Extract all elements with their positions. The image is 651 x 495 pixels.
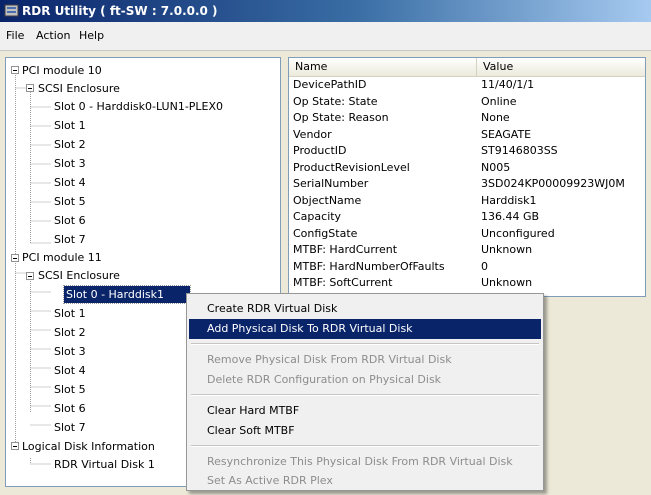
tree-node-pci-module-10[interactable]: PCI module 10 (20, 62, 104, 79)
table-row[interactable]: ConfigState Unconfigured (289, 226, 645, 243)
expand-scsi-enclosure-1-icon[interactable] (26, 84, 34, 92)
property-name: Vendor (293, 127, 332, 141)
expand-pci11-icon[interactable] (11, 254, 19, 262)
table-row[interactable]: Vendor SEAGATE (289, 127, 645, 144)
tree-node-logical-disk-information[interactable]: Logical Disk Information (20, 438, 157, 455)
tree-node-rdr-virtual-disk[interactable]: RDR Virtual Disk 1 (52, 456, 157, 473)
properties-list: Name Value DevicePathID 11/40/1/1 Op State… (288, 57, 646, 297)
property-value: Online (481, 94, 517, 108)
table-row[interactable]: ProductID ST9146803SS (289, 143, 645, 160)
menu-action[interactable]: Action (32, 22, 74, 50)
menu-help[interactable]: Help (75, 22, 108, 50)
tree-node-slot[interactable]: Slot 4 (52, 362, 88, 379)
tree-node-slot[interactable]: Slot 2 (52, 136, 88, 153)
expand-logical-disk-icon[interactable] (11, 442, 19, 450)
table-row[interactable]: Capacity 136.44 GB (289, 209, 645, 226)
property-name: ProductRevisionLevel (293, 160, 410, 174)
menu-separator (191, 445, 539, 447)
tree-node-slot-selected[interactable]: Slot 0 - Harddisk1 (63, 285, 191, 304)
tree-node-pci-module-11[interactable]: PCI module 11 (20, 249, 104, 266)
property-value: 11/40/1/1 (481, 78, 535, 91)
property-value: ST9146803SS (481, 144, 558, 157)
property-value: Unknown (481, 276, 533, 289)
tree-node-scsi-enclosure[interactable]: SCSI Enclosure (36, 267, 122, 284)
property-value: Unconfigured (481, 226, 555, 240)
menu-item-delete-rdr-configuration: Delete RDR Configuration on Physical Dis… (207, 373, 442, 386)
tree-node-scsi-enclosure[interactable]: SCSI Enclosure (36, 80, 122, 97)
tree-node-slot[interactable]: Slot 1 (52, 117, 88, 134)
tree-node-slot[interactable]: Slot 7 (52, 419, 88, 436)
tree-node-slot[interactable]: Slot 5 (52, 193, 88, 210)
property-name: SerialNumber (293, 177, 369, 190)
tree-node-slot[interactable]: Slot 6 (52, 212, 88, 229)
list-header: Name Value (289, 58, 645, 77)
menu-item-clear-hard-mtbf[interactable]: Clear Hard MTBF (189, 401, 541, 421)
tree-node-slot[interactable]: Slot 3 (52, 343, 88, 360)
tree-node-slot[interactable]: Slot 2 (52, 324, 88, 341)
property-name: Capacity (293, 210, 342, 223)
table-row[interactable]: ObjectName Harddisk1 (289, 193, 645, 210)
menu-separator (191, 343, 539, 345)
column-header-value[interactable]: Value (477, 58, 645, 76)
menu-separator (191, 394, 539, 396)
context-menu: Create RDR Virtual Disk Add Physical Dis… (186, 293, 544, 491)
table-row[interactable]: ProductRevisionLevel N005 (289, 160, 645, 177)
property-name: ProductID (293, 144, 347, 157)
property-value: None (481, 111, 510, 124)
table-row[interactable]: Op State: State Online (289, 94, 645, 111)
property-name: Op State: Reason (293, 111, 389, 124)
app-icon (4, 4, 19, 17)
menu-item-set-active-rdr-plex: Set As Active RDR Plex (207, 474, 333, 487)
table-row[interactable]: DevicePathID 11/40/1/1 (289, 77, 645, 94)
property-value: N005 (481, 160, 511, 174)
table-row[interactable]: MTBF: HardNumberOfFaults 0 (289, 259, 645, 276)
expand-pci10-icon[interactable] (11, 66, 19, 74)
property-name: MTBF: HardNumberOfFaults (293, 259, 445, 273)
table-row[interactable]: Op State: Reason None (289, 110, 645, 127)
property-value: SEAGATE (481, 127, 532, 141)
tree-node-slot[interactable]: Slot 0 - Harddisk0-LUN1-PLEX0 (52, 98, 225, 115)
menu-item-clear-soft-mtbf[interactable]: Clear Soft MTBF (189, 421, 541, 441)
menu-item-remove-physical-disk: Remove Physical Disk From RDR Virtual Di… (207, 353, 452, 366)
menu-item-add-physical-disk[interactable]: Add Physical Disk To RDR Virtual Disk (189, 319, 541, 339)
expand-scsi-enclosure-2-icon[interactable] (26, 272, 34, 280)
menu-file[interactable]: File (2, 22, 28, 50)
title-bar: RDR Utility ( ft-SW : 7.0.0.0 ) (0, 0, 651, 22)
property-name: ObjectName (293, 193, 362, 207)
property-name: DevicePathID (293, 78, 367, 91)
property-value: 136.44 GB (481, 210, 540, 223)
table-row[interactable]: MTBF: HardCurrent Unknown (289, 242, 645, 259)
tree-node-slot[interactable]: Slot 5 (52, 381, 88, 398)
property-name: MTBF: HardCurrent (293, 243, 398, 256)
window-title: RDR Utility ( ft-SW : 7.0.0.0 ) (22, 4, 218, 18)
table-row[interactable]: SerialNumber 3SD024KP00009923WJ0M (289, 176, 645, 193)
property-name: MTBF: SoftCurrent (293, 276, 393, 289)
tree-node-slot[interactable]: Slot 4 (52, 174, 88, 191)
tree-node-slot[interactable]: Slot 7 (52, 231, 88, 248)
property-value: Unknown (481, 243, 533, 256)
table-row[interactable]: MTBF: SoftCurrent Unknown (289, 275, 645, 292)
property-value: 0 (481, 259, 488, 273)
menu-item-create-rdr-virtual-disk[interactable]: Create RDR Virtual Disk (189, 299, 541, 319)
menu-item-resynchronize-physical-disk: Resynchronize This Physical Disk From RD… (207, 455, 513, 468)
tree-node-slot[interactable]: Slot 1 (52, 305, 88, 322)
property-value: Harddisk1 (481, 193, 537, 207)
tree-node-slot[interactable]: Slot 3 (52, 155, 88, 172)
menu-bar: File Action Help (0, 22, 651, 51)
property-rows: DevicePathID 11/40/1/1 Op State: State Onli… (289, 77, 645, 292)
property-name: ConfigState (293, 226, 358, 240)
tree-node-slot[interactable]: Slot 6 (52, 400, 88, 417)
property-value: 3SD024KP00009923WJ0M (481, 177, 625, 190)
property-name: Op State: State (293, 94, 378, 108)
column-header-name[interactable]: Name (289, 58, 477, 76)
